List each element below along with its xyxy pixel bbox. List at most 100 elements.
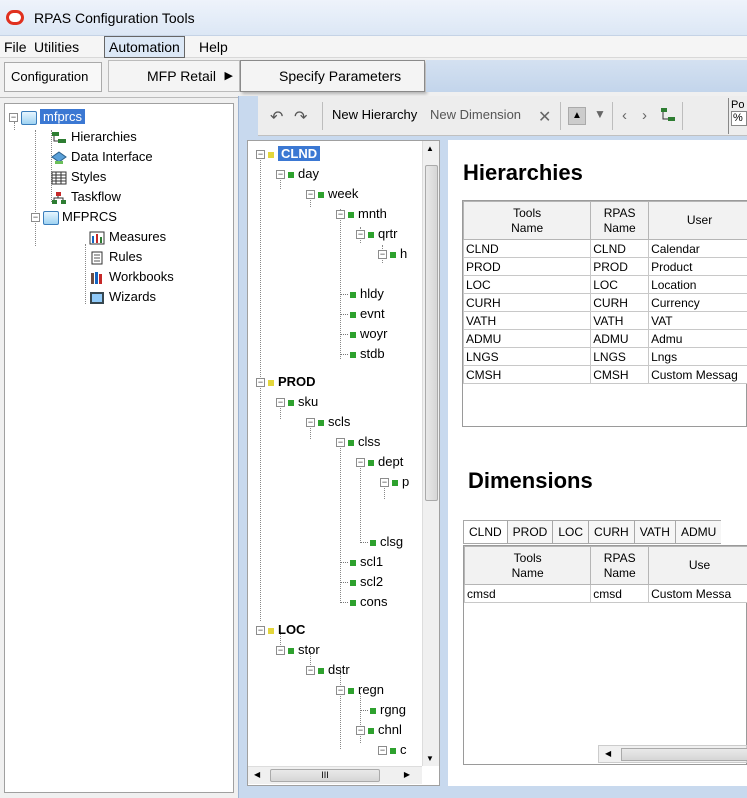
tree-horizontal-scroll-thumb[interactable]: III bbox=[270, 769, 380, 782]
tree-vertical-scroll-thumb[interactable] bbox=[425, 165, 438, 501]
dimension-tab-loc[interactable]: LOC bbox=[552, 520, 589, 544]
dimension-tab-vath[interactable]: VATH bbox=[633, 520, 675, 544]
dimension-tab-clnd[interactable]: CLND bbox=[463, 520, 507, 544]
table-row[interactable]: PROD PROD Product bbox=[462, 257, 747, 276]
scroll-down-icon[interactable]: ▼ bbox=[426, 754, 434, 763]
chevron-left-icon[interactable]: ‹ bbox=[622, 107, 627, 124]
tree-item-hierarchies[interactable]: Hierarchies bbox=[51, 128, 137, 146]
dimension-tab-admu[interactable]: ADMU bbox=[674, 520, 722, 544]
hierarchy-cell[interactable]: ADMU bbox=[590, 329, 650, 348]
col-header-rpas-name[interactable]: RPAS Name bbox=[590, 201, 650, 240]
tree-node-regn[interactable]: − regn bbox=[336, 681, 384, 699]
tree-node-clss[interactable]: − clss bbox=[336, 433, 380, 451]
tree-node-dstr[interactable]: − dstr bbox=[306, 661, 350, 679]
hierarchy-cell[interactable]: VAT bbox=[648, 311, 747, 330]
hierarchy-cell[interactable]: PROD bbox=[462, 257, 592, 276]
scroll-up-icon[interactable]: ▲ bbox=[426, 144, 434, 153]
hierarchy-cell[interactable]: CLND bbox=[462, 239, 592, 258]
tree-item-taskflow[interactable]: Taskflow bbox=[51, 188, 121, 206]
hierarchy-cell[interactable]: Admu bbox=[648, 329, 747, 348]
dim-col-header-tools-name[interactable]: Tools Name bbox=[463, 546, 592, 585]
tree-node-h[interactable]: − h bbox=[378, 245, 407, 263]
hierarchy-cell[interactable]: CURH bbox=[590, 293, 650, 312]
tree-view-icon[interactable] bbox=[660, 107, 676, 126]
tree-node-stor[interactable]: − stor bbox=[276, 641, 320, 659]
tree-node-prod[interactable]: − PROD bbox=[256, 373, 316, 391]
col-header-user[interactable]: User bbox=[648, 201, 747, 240]
scroll-left-icon[interactable]: ◀ bbox=[254, 770, 260, 779]
hierarchy-tree-panel[interactable]: − CLND − day − week − mnth − qrtr − h hldy evn… bbox=[247, 140, 440, 786]
tree-node-week[interactable]: − week bbox=[306, 185, 358, 203]
table-row[interactable]: VATH VATH VAT bbox=[462, 311, 747, 330]
menu-utilities[interactable]: Utilities bbox=[30, 36, 83, 58]
tree-node-mnth[interactable]: − mnth bbox=[336, 205, 387, 223]
hierarchy-cell[interactable]: Product bbox=[648, 257, 747, 276]
hierarchy-cell[interactable]: LNGS bbox=[462, 347, 592, 366]
menu-help[interactable]: Help bbox=[195, 36, 232, 58]
tree-node-sku[interactable]: − sku bbox=[276, 393, 318, 411]
configuration-tree-panel[interactable]: − mfprcs Hierarchies Data Interface Style… bbox=[4, 103, 234, 793]
dim-col-header-user[interactable]: Use bbox=[648, 546, 747, 585]
tree-node-stdb[interactable]: stdb bbox=[340, 345, 385, 363]
table-row[interactable]: CURH CURH Currency bbox=[462, 293, 747, 312]
dimension-cell[interactable]: cmsd bbox=[590, 584, 650, 603]
hierarchy-cell[interactable]: PROD bbox=[590, 257, 650, 276]
tree-node-c[interactable]: − c bbox=[378, 741, 407, 759]
dimensions-scroll-thumb[interactable] bbox=[621, 748, 747, 761]
chevron-right-icon[interactable]: › bbox=[642, 107, 647, 124]
undo-icon[interactable]: ↶ bbox=[270, 107, 283, 127]
tree-node-dept[interactable]: − dept bbox=[356, 453, 403, 471]
dimension-cell[interactable]: cmsd bbox=[463, 584, 592, 603]
tree-node-evnt[interactable]: evnt bbox=[340, 305, 385, 323]
tree-node-scl1[interactable]: scl1 bbox=[340, 553, 383, 571]
delete-icon[interactable]: ✕ bbox=[538, 107, 551, 127]
hierarchy-cell[interactable]: VATH bbox=[590, 311, 650, 330]
position-field[interactable]: Po % bbox=[728, 98, 747, 134]
tree-vertical-scrollbar[interactable]: ▲ ▼ bbox=[422, 141, 439, 766]
tree-node-p[interactable]: − p bbox=[380, 473, 409, 491]
hierarchy-cell[interactable]: Location bbox=[648, 275, 747, 294]
tree-item-wizards[interactable]: Wizards bbox=[89, 288, 156, 306]
tree-item-rules[interactable]: Rules bbox=[89, 248, 142, 266]
hierarchy-cell[interactable]: Calendar bbox=[648, 239, 747, 258]
dim-col-header-rpas-name[interactable]: RPAS Name bbox=[590, 546, 650, 585]
position-value[interactable]: % bbox=[731, 111, 747, 126]
menu-file[interactable]: File bbox=[0, 36, 31, 58]
table-row[interactable]: LOC LOC Location bbox=[462, 275, 747, 294]
hierarchy-cell[interactable]: CURH bbox=[462, 293, 592, 312]
tree-node-chnl[interactable]: − chnl bbox=[356, 721, 402, 739]
dimension-tab-curh[interactable]: CURH bbox=[588, 520, 634, 544]
tree-node-scl2[interactable]: scl2 bbox=[340, 573, 383, 591]
hierarchy-cell[interactable]: ADMU bbox=[462, 329, 592, 348]
tree-root-node[interactable]: − mfprcs bbox=[9, 108, 85, 126]
hierarchy-cell[interactable]: VATH bbox=[462, 311, 592, 330]
col-header-tools-name[interactable]: Tools Name bbox=[462, 201, 592, 240]
tree-node-clnd[interactable]: − CLND bbox=[256, 145, 321, 163]
dimension-tab-prod[interactable]: PROD bbox=[506, 520, 553, 544]
tree-item-styles[interactable]: Styles bbox=[51, 168, 106, 186]
hierarchy-cell[interactable]: CMSH bbox=[462, 365, 592, 384]
tree-item-workbooks[interactable]: Workbooks bbox=[89, 268, 174, 286]
tree-node-day[interactable]: − day bbox=[276, 165, 319, 183]
hierarchy-cell[interactable]: CLND bbox=[590, 239, 650, 258]
tab-configuration[interactable]: Configuration bbox=[4, 62, 102, 92]
dimensions-horizontal-scrollbar[interactable]: ◀ bbox=[598, 745, 747, 763]
menu-automation[interactable]: Automation bbox=[104, 36, 185, 58]
tree-node-woyr[interactable]: woyr bbox=[340, 325, 387, 343]
tree-node-qrtr[interactable]: − qrtr bbox=[356, 225, 398, 243]
hierarchy-cell[interactable]: LOC bbox=[462, 275, 592, 294]
tree-node-loc[interactable]: − LOC bbox=[256, 621, 305, 639]
hierarchy-cell[interactable]: LNGS bbox=[590, 347, 650, 366]
hierarchy-cell[interactable]: Currency bbox=[648, 293, 747, 312]
redo-icon[interactable]: ↷ bbox=[294, 107, 307, 127]
tree-item-measures[interactable]: Measures bbox=[89, 228, 166, 246]
new-dimension-button[interactable]: New Dimension bbox=[430, 107, 521, 122]
submenu-specify-parameters[interactable]: Specify Parameters bbox=[240, 60, 425, 92]
hierarchy-cell[interactable]: Lngs bbox=[648, 347, 747, 366]
table-row[interactable]: CMSH CMSH Custom Messag bbox=[462, 365, 747, 384]
hierarchy-cell[interactable]: Custom Messag bbox=[648, 365, 747, 384]
hierarchy-cell[interactable]: LOC bbox=[590, 275, 650, 294]
tree-project-node[interactable]: − MFPRCS bbox=[31, 208, 117, 226]
tree-item-data-interface[interactable]: Data Interface bbox=[51, 148, 153, 166]
new-hierarchy-button[interactable]: New Hierarchy bbox=[332, 107, 417, 122]
